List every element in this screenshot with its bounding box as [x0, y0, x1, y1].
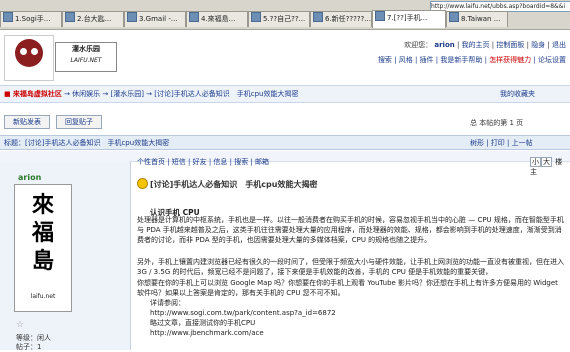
- breadcrumb-path[interactable]: → 休闲娱乐 → [灌水乐园] → [讨论]手机达人必备知识 手机cpu效能大揭…: [62, 90, 298, 98]
- style-link[interactable]: 风格: [399, 56, 413, 64]
- smiley-icon: [137, 178, 148, 189]
- breadcrumb-site[interactable]: 来福岛虚拟社区: [13, 90, 62, 98]
- browser-tab-3[interactable]: 3.Gmail -...: [124, 11, 186, 27]
- test-cpu-label: 略过文章，直接测试你的手机CPU: [150, 319, 256, 327]
- browser-tab-6[interactable]: 6.新任?????...: [310, 11, 372, 27]
- breadcrumb: ■ 来福岛虚拟社区 → 休闲娱乐 → [灌水乐园] → [讨论]手机达人必备知识…: [4, 89, 298, 99]
- tab-label: 5.??自己??...: [263, 15, 306, 23]
- tab-label: 1.Sogi手...: [15, 15, 51, 23]
- browser-tab-8[interactable]: 8.Taiwan ...: [446, 11, 508, 27]
- avatar: 來 福 島 laifu.net: [14, 184, 72, 312]
- jbenchmark-link[interactable]: http://www.jbenchmark.com/ace: [150, 329, 450, 339]
- username-link[interactable]: arion: [434, 41, 454, 49]
- print-link[interactable]: 打印: [491, 139, 505, 147]
- page-icon: [127, 12, 137, 22]
- see-also-label: 详请参阅：: [150, 299, 185, 307]
- plugin-link[interactable]: 插件: [420, 56, 434, 64]
- new-topic-button[interactable]: 新贴发表: [4, 115, 50, 129]
- welcome-text: 欢迎您：: [404, 41, 433, 49]
- tree-view-link[interactable]: 树形: [470, 139, 484, 147]
- page-icon: [375, 11, 385, 21]
- browser-tab-5[interactable]: 5.??自己??...: [248, 11, 310, 27]
- page-icon: [251, 12, 261, 22]
- newbie-help-link[interactable]: 我是新手帮助: [440, 56, 482, 64]
- post-title-text: [讨论]手机达人必备知识 手机cpu效能大揭密: [150, 180, 318, 189]
- avatar-caption: laifu.net: [30, 293, 56, 300]
- tab-label: 6.新任?????...: [325, 15, 371, 23]
- post-tools[interactable]: 个性首页 | 短信 | 好友 | 信息 | 搜索 | 邮箱: [137, 157, 269, 167]
- star-icon: ☆: [16, 320, 25, 330]
- author-name[interactable]: arion: [18, 173, 41, 182]
- page-icon: [65, 12, 75, 22]
- forum-settings-link[interactable]: 论坛设置: [538, 56, 566, 64]
- tab-label: 8.Taiwan ...: [461, 15, 501, 23]
- browser-tab-7[interactable]: 7.[??]手机...: [372, 10, 446, 28]
- sogi-link[interactable]: http://www.sogi.com.tw/park/content.asp?…: [150, 309, 450, 319]
- post-paragraph-2: 另外，手机上镶置内建浏览器已经有很久的一段时间了，但受限于频宽大小与硬件效能，让…: [137, 258, 564, 276]
- tab-label: 3.Gmail -...: [139, 15, 178, 23]
- logout-link[interactable]: 退出: [552, 41, 566, 49]
- page-icon: [313, 12, 323, 22]
- browser-tab-4[interactable]: 4.來福島...: [186, 11, 248, 27]
- logo-title: 灌水乐园: [72, 45, 100, 53]
- browser-tab-1[interactable]: 1.Sogi手...: [0, 11, 62, 27]
- reply-button[interactable]: 回复贴子: [56, 115, 102, 129]
- post-paragraph-3: 你想要在你的手机上可以浏览 Google Map 吗？你想要在你的手机上观看 Y…: [137, 279, 558, 297]
- page-icon: [449, 12, 459, 22]
- user-links: 欢迎您： arion | 我的主页 | 控制面板 | 隐身 | 退出: [404, 41, 566, 49]
- prev-thread-link[interactable]: 上一帖: [512, 139, 533, 147]
- avatar-char-3: 島: [31, 248, 54, 274]
- user-posts: 帖子：1: [16, 343, 42, 351]
- thread-title: 标题：[讨论]手机达人必备知识 手机cpu效能大揭密: [4, 139, 170, 147]
- font-size-buttons: 小大 楼主: [530, 157, 570, 177]
- post-title: [讨论]手机达人必备知识 手机cpu效能大揭密: [137, 178, 317, 190]
- tab-label: 2.台大匙...: [77, 15, 112, 23]
- post-paragraph-1: 处理器是计算机的中枢系统，手机也是一样。以往一般消费者在购买手机的时候，容易忽视…: [137, 216, 564, 244]
- search-link[interactable]: 搜索: [378, 56, 392, 64]
- thread-nav: 树形 | 打印 | 上一帖: [470, 139, 533, 147]
- tool-links: 搜索 | 风格 | 插件 | 我是新手帮助 | 怎样获得魅力 | 论坛设置: [377, 56, 566, 64]
- tab-label: 4.來福島...: [201, 15, 236, 23]
- favorites-link[interactable]: 我的收藏夹: [500, 89, 535, 99]
- tab-label: 7.[??]手机...: [387, 14, 428, 22]
- control-panel-link[interactable]: 控制面板: [496, 41, 524, 49]
- font-small-button[interactable]: 小: [530, 157, 541, 167]
- browser-tab-2[interactable]: 2.台大匙...: [62, 11, 124, 27]
- invisible-link[interactable]: 隐身: [531, 41, 545, 49]
- charm-link[interactable]: 怎样获得魅力: [489, 56, 531, 64]
- page-icon: [3, 12, 13, 22]
- font-large-button[interactable]: 大: [541, 157, 552, 167]
- forum-logo[interactable]: [4, 35, 54, 81]
- home-icon: ■: [4, 90, 11, 98]
- forum-logo-text: 灌水乐园 LAIFU.NET: [55, 42, 117, 72]
- mascot-icon: [15, 39, 43, 67]
- my-homepage-link[interactable]: 我的主页: [462, 41, 490, 49]
- page-icon: [189, 12, 199, 22]
- avatar-char-1: 來: [31, 192, 54, 218]
- avatar-char-2: 福: [31, 220, 54, 246]
- logo-subtitle: LAIFU.NET: [70, 57, 102, 64]
- page-stats: 总 本帖的第 1 页: [470, 119, 524, 127]
